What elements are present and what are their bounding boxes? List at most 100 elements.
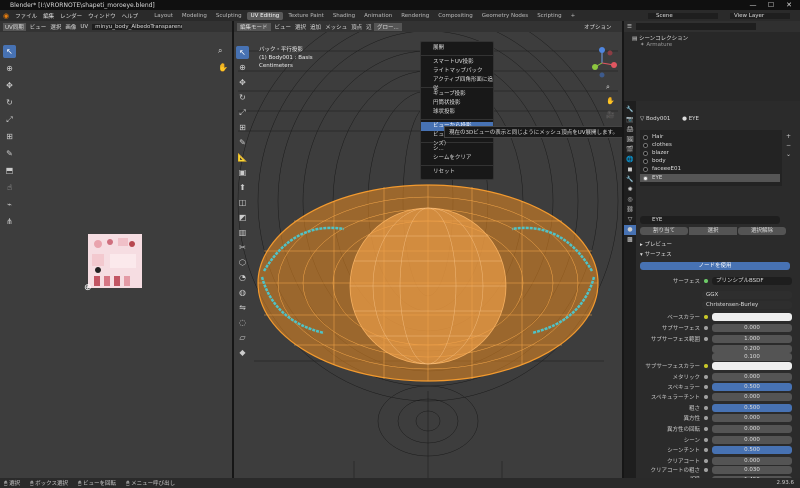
vp-menu-view[interactable]: ビュー [275, 23, 292, 31]
scale-tool-icon[interactable]: ⤢ [3, 113, 16, 126]
menu-help[interactable]: ヘルプ [122, 12, 139, 20]
tab-geometry-nodes[interactable]: Geometry Nodes [478, 12, 532, 20]
output-tab-icon[interactable]: 🖨 [624, 125, 636, 135]
menu-item-cube-projection[interactable]: キューブ投影 [421, 90, 493, 99]
cursor-tool-icon[interactable]: ⊕ [3, 62, 16, 75]
bsdf-value-field[interactable]: 0.500 [712, 446, 792, 454]
vp-move-tool-icon[interactable]: ✥ [236, 76, 249, 89]
vp-cursor-tool-icon[interactable]: ⊕ [236, 61, 249, 74]
add-slot-icon[interactable]: + [786, 132, 791, 141]
material-slot[interactable]: faceeeE01 [640, 165, 780, 173]
uv-menu-uv[interactable]: UV [80, 24, 88, 30]
assign-button[interactable]: 割り当て [640, 227, 688, 235]
armature-row[interactable]: ✦ Armature [640, 42, 672, 48]
menu-item-reset[interactable]: リセット [421, 168, 493, 177]
menu-edit[interactable]: 編集 [43, 12, 54, 20]
tab-uv-editing[interactable]: UV Editing [246, 11, 284, 20]
vp-zoom-icon[interactable]: ⌕ [606, 83, 610, 92]
uv-sync-toggle[interactable]: UV同期 [3, 22, 26, 31]
menu-window[interactable]: ウィンドウ [88, 12, 116, 20]
view-layer-tab-icon[interactable]: 🖼 [624, 135, 636, 145]
select-button[interactable]: 選択 [689, 227, 737, 235]
bsdf-value-field[interactable]: 0.500 [712, 383, 792, 391]
3d-viewport[interactable]: 編集モード ビュー 選択 追加 メッシュ 頂点 辺 面 UV グロー... オプ… [234, 21, 622, 478]
material-tab-icon[interactable]: ● [624, 225, 636, 235]
vp-inset-tool-icon[interactable]: ◫ [236, 196, 249, 209]
vp-polybuild-tool-icon[interactable]: ⬡ [236, 256, 249, 269]
vp-menu-edge[interactable]: 辺 [366, 23, 372, 31]
subsurface-method-dropdown[interactable]: Christensen-Burley [702, 301, 792, 309]
view-layer-field[interactable]: View Layer [730, 12, 790, 19]
use-nodes-button[interactable]: ノードを使用 [640, 262, 790, 270]
menu-item-lightmap-pack[interactable]: ライトマップパック [421, 67, 493, 76]
render-tab-icon[interactable]: 📷 [624, 115, 636, 125]
bsdf-value-field[interactable]: 0.000 [712, 393, 792, 401]
tab-sculpting[interactable]: Sculpting [212, 12, 246, 20]
bsdf-value-field[interactable]: 0.000 [712, 324, 792, 332]
vp-menu-mesh[interactable]: メッシュ [325, 23, 347, 31]
material-slot[interactable]: clothes [640, 141, 780, 149]
pinch-tool-icon[interactable]: ⋔ [3, 215, 16, 228]
tab-compositing[interactable]: Compositing [434, 12, 476, 20]
vp-menu-vertex[interactable]: 頂点 [351, 23, 362, 31]
vp-edge-slide-tool-icon[interactable]: ⇋ [236, 301, 249, 314]
vp-hand-icon[interactable]: ✋ [606, 97, 615, 105]
vp-annotate-tool-icon[interactable]: ✎ [236, 136, 249, 149]
menu-item-mark-seam[interactable]: シ... [421, 145, 493, 154]
constraints-tab-icon[interactable]: ⛓ [624, 205, 636, 215]
tab-shading[interactable]: Shading [329, 12, 359, 20]
menu-item-unwrap[interactable]: 展開 [421, 44, 493, 53]
vp-loopcut-tool-icon[interactable]: ▥ [236, 226, 249, 239]
menu-item-follow-active-quads[interactable]: アクティブ四角形面に追従 [421, 76, 493, 92]
camera-icon[interactable]: 🎥 [606, 111, 615, 119]
tab-modeling[interactable]: Modeling [178, 12, 211, 20]
vp-rip-tool-icon[interactable]: ◆ [236, 346, 249, 359]
mode-selector[interactable]: 編集モード [237, 22, 271, 31]
particles-tab-icon[interactable]: ✺ [624, 185, 636, 195]
tab-rendering[interactable]: Rendering [397, 12, 433, 20]
zoom-icon[interactable]: ⌕ [218, 46, 222, 56]
slot-menu-icon[interactable]: ⌄ [786, 150, 791, 159]
distribution-dropdown[interactable]: GGX [702, 291, 792, 299]
menu-item-sphere-projection[interactable]: 球状投影 [421, 108, 493, 117]
deselect-button[interactable]: 選択解除 [738, 227, 786, 235]
vp-scale-tool-icon[interactable]: ⤢ [236, 106, 249, 119]
menu-item-smart-uv[interactable]: スマートUV投影 [421, 58, 493, 67]
vp-menu-select[interactable]: 選択 [295, 23, 306, 31]
menu-item-cylinder-projection[interactable]: 円筒状投影 [421, 99, 493, 108]
options-dropdown[interactable]: オプション [584, 23, 612, 31]
2d-cursor-icon[interactable]: ⊕ [84, 283, 92, 293]
vp-spin-tool-icon[interactable]: ◔ [236, 271, 249, 284]
material-slot[interactable]: body [640, 157, 780, 165]
data-tab-icon[interactable]: ▽ [624, 215, 636, 225]
scene-tab-icon[interactable]: 🎬 [624, 145, 636, 155]
menu-render[interactable]: レンダー [60, 12, 82, 20]
vp-measure-tool-icon[interactable]: 📐 [236, 151, 249, 164]
transform-tool-icon[interactable]: ⊞ [3, 130, 16, 143]
bsdf-value-field[interactable]: 0.000 [712, 414, 792, 422]
bsdf-value-field[interactable]: 0.030 [712, 466, 792, 474]
bsdf-value-field[interactable]: 0.000 [712, 425, 792, 433]
vp-menu-add[interactable]: 追加 [310, 23, 321, 31]
material-slot-active[interactable]: EYE [640, 174, 780, 182]
material-name-field[interactable]: EYE [640, 216, 780, 224]
physics-tab-icon[interactable]: ◎ [624, 195, 636, 205]
tab-texture-paint[interactable]: Texture Paint [284, 12, 328, 20]
scene-collection-row[interactable]: ▤ シーンコレクション [632, 34, 688, 42]
vp-shear-tool-icon[interactable]: ▱ [236, 331, 249, 344]
world-tab-icon[interactable]: 🌐 [624, 155, 636, 165]
tab-scripting[interactable]: Scripting [533, 12, 565, 20]
annotate-tool-icon[interactable]: ✎ [3, 147, 16, 160]
rip-tool-icon[interactable]: ⬒ [3, 164, 16, 177]
outliner-search[interactable] [635, 23, 756, 30]
vp-select-tool-icon[interactable]: ↖ [236, 46, 249, 59]
menu-file[interactable]: ファイル [15, 12, 37, 20]
rotate-tool-icon[interactable]: ↻ [3, 96, 16, 109]
uv-menu-select[interactable]: 選択 [50, 23, 61, 31]
tool-tab-icon[interactable]: 🔧 [624, 105, 636, 115]
bsdf-value-field[interactable] [712, 313, 792, 321]
material-slot[interactable]: Hair [640, 133, 780, 141]
uv-menu-view[interactable]: ビュー [30, 23, 47, 31]
object-tab-icon[interactable]: ◼ [624, 165, 636, 175]
bsdf-value-field[interactable]: 0.000 [712, 457, 792, 465]
